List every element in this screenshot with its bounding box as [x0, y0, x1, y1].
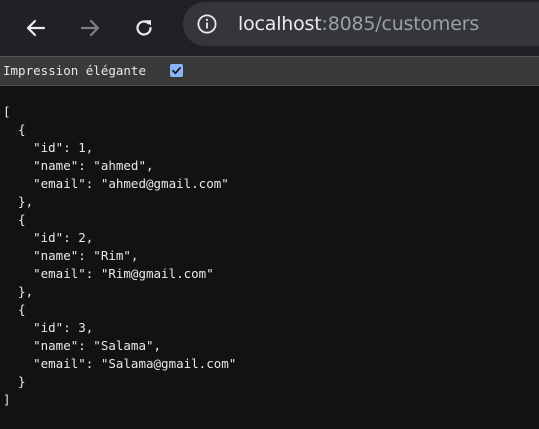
url-text[interactable]: localhost:8085/customers [238, 12, 479, 36]
json-line: ] [3, 392, 11, 407]
json-line: "email": "Rim@gmail.com" [3, 266, 214, 281]
json-line: } [3, 374, 26, 389]
checkmark-icon [172, 67, 181, 75]
back-button[interactable] [16, 8, 56, 48]
reload-button[interactable] [124, 8, 164, 48]
arrow-right-icon [80, 19, 100, 37]
pretty-print-checkbox[interactable] [170, 64, 183, 77]
forward-button[interactable] [70, 8, 110, 48]
json-line: [ [3, 104, 11, 119]
pretty-print-bar: Impression élégante [0, 56, 539, 86]
info-icon [197, 14, 217, 34]
json-line: "name": "Rim", [3, 248, 139, 263]
url-path: :8085/customers [321, 13, 480, 35]
address-bar[interactable]: localhost:8085/customers [183, 2, 539, 46]
json-line: "email": "ahmed@gmail.com" [3, 176, 229, 191]
site-info-button[interactable] [193, 10, 221, 38]
json-line: { [3, 122, 26, 137]
json-line: { [3, 212, 26, 227]
url-host: localhost [238, 13, 322, 35]
arrow-left-icon [26, 19, 46, 37]
json-line: "id": 2, [3, 230, 94, 245]
json-line: }, [3, 194, 34, 209]
reload-icon [136, 20, 152, 36]
json-line: "email": "Salama@gmail.com" [3, 356, 237, 371]
json-line: "id": 1, [3, 140, 94, 155]
pretty-print-label: Impression élégante [3, 63, 146, 78]
json-line: "id": 3, [3, 320, 94, 335]
json-line: }, [3, 284, 34, 299]
json-line: { [3, 302, 26, 317]
json-line: "name": "ahmed", [3, 158, 154, 173]
json-content: [ { "id": 1, "name": "ahmed", "email": "… [3, 103, 236, 409]
json-line: "name": "Salama", [3, 338, 162, 353]
browser-toolbar: localhost:8085/customers [0, 0, 539, 56]
